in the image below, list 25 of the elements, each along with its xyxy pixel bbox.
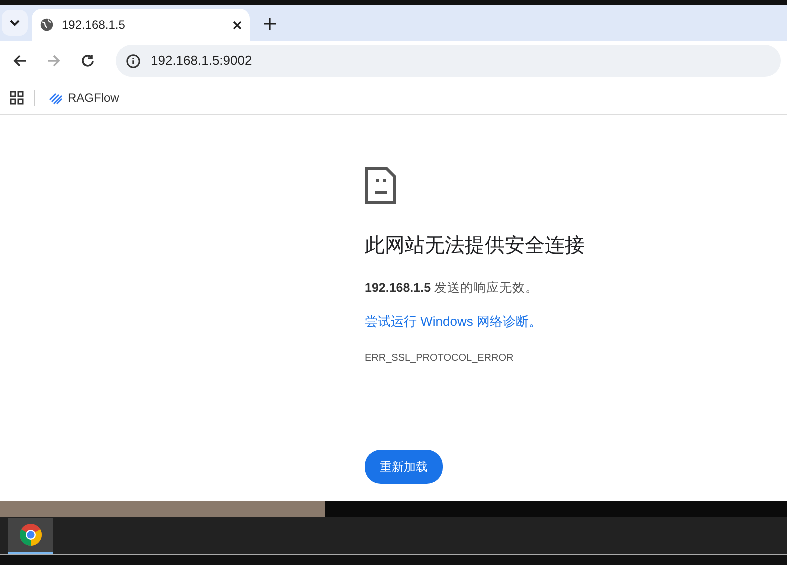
left-arrow-icon: [13, 54, 27, 68]
error-message: 192.168.1.5 发送的响应无效。: [365, 280, 540, 297]
apps-grid-icon[interactable]: [10, 90, 24, 104]
diagnostics-link[interactable]: 尝试运行 Windows 网络诊断。: [365, 312, 542, 332]
tab-title: 192.168.1.5: [62, 17, 126, 34]
url-text: 192.168.1.5:9002: [151, 52, 252, 70]
error-heading: 此网站无法提供安全连接: [365, 234, 586, 259]
bookmark-link[interactable]: RAGFlow: [45, 86, 124, 108]
right-arrow-icon: [47, 54, 61, 68]
reload-button[interactable]: 重新加载: [365, 450, 443, 484]
plus-icon: [264, 18, 276, 30]
address-bar[interactable]: 192.168.1.5:9002: [116, 45, 781, 77]
globe-icon: [40, 18, 54, 32]
chrome-icon: [18, 522, 42, 546]
tab-search-button[interactable]: [2, 10, 28, 36]
sad-page-icon: [365, 167, 397, 205]
browser-tab[interactable]: 192.168.1.5: [32, 9, 250, 41]
close-tab-button[interactable]: [233, 20, 242, 30]
error-code: ERR_SSL_PROTOCOL_ERROR: [365, 352, 515, 366]
reload-icon: [81, 54, 95, 68]
close-icon: [233, 20, 242, 30]
taskbar-app-button[interactable]: [8, 518, 53, 554]
chevron-down-icon: [10, 20, 20, 26]
striped-logo-icon: [49, 90, 63, 104]
info-icon: [126, 54, 141, 68]
